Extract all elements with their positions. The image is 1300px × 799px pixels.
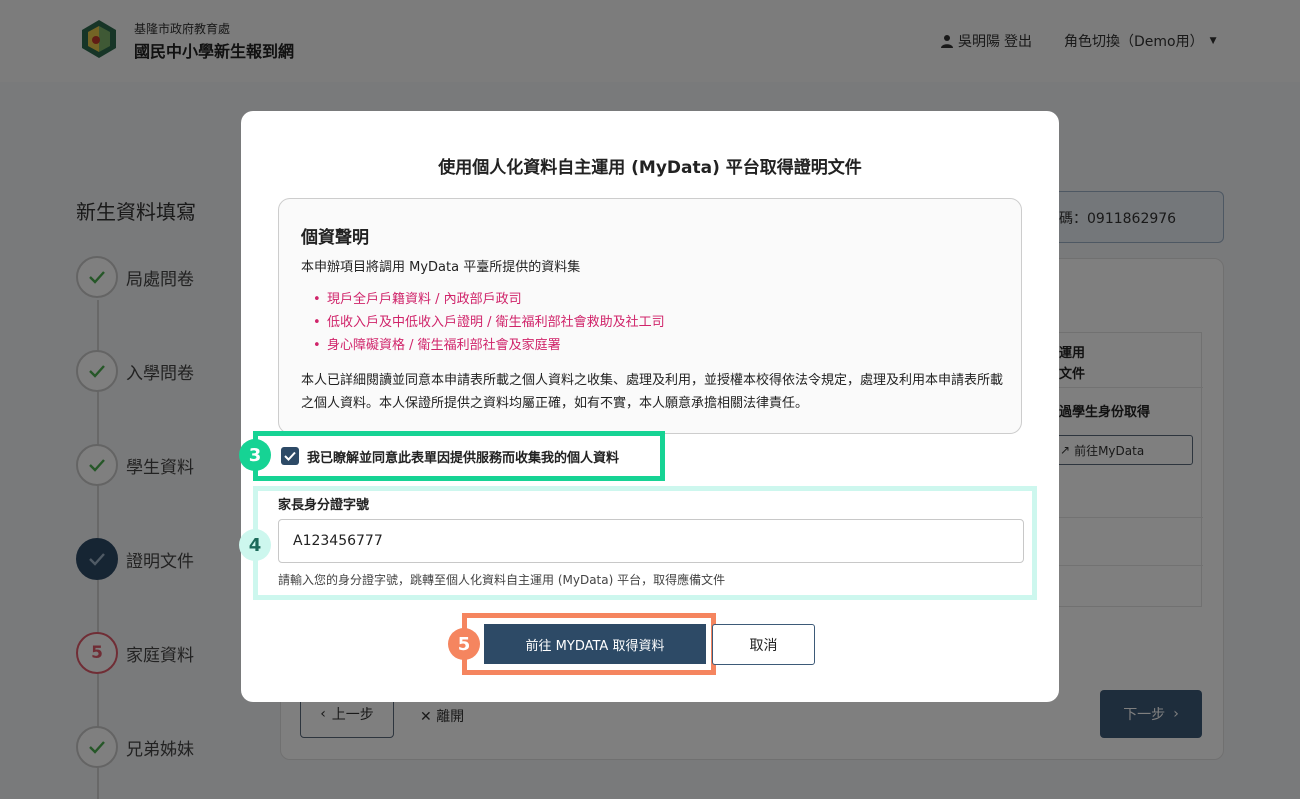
notice-body: 本人已詳細閱讀並同意本申請表所載之個人資料之收集、處理及利用，並授權本校得依法令… [301, 373, 1004, 411]
modal-title: 使用個人化資料自主運用 (MyData) 平台取得證明文件 [438, 158, 862, 178]
consent-label[interactable]: 我已瞭解並同意此表單因提供服務而收集我的個人資料 [307, 447, 619, 466]
consent-highlight: 3 我已瞭解並同意此表單因提供服務而收集我的個人資料 [239, 431, 665, 481]
step-badge: 5 [448, 628, 480, 660]
privacy-notice: 個資聲明 本申辦項目將調用 MyData 平臺所提供的資料集 現戶全戶戶籍資料 … [278, 198, 1022, 434]
id-highlight: 4 家長身分證字號 請輸入您的身分證字號，跳轉至個人化資料自主運用 (MyDat… [239, 486, 1037, 600]
list-item: 現戶全戶戶籍資料 / 內政部戶政司 [313, 288, 665, 311]
consent-checkbox[interactable] [281, 447, 299, 465]
go-mydata-submit-button[interactable]: 前往 MYDATA 取得資料 [484, 624, 706, 664]
dataset-list: 現戶全戶戶籍資料 / 內政部戶政司 低收入戶及中低收入戶證明 / 衛生福利部社會… [313, 288, 665, 357]
step-badge: 3 [239, 439, 271, 471]
go-highlight: 5 前往 MYDATA 取得資料 [448, 613, 716, 675]
id-label: 家長身分證字號 [278, 498, 370, 513]
list-item: 身心障礙資格 / 衛生福利部社會及家庭署 [313, 334, 665, 357]
list-item: 低收入戶及中低收入戶證明 / 衛生福利部社會救助及社工司 [313, 311, 665, 334]
step-badge: 4 [239, 529, 271, 561]
notice-title: 個資聲明 [301, 228, 369, 248]
mydata-modal: 使用個人化資料自主運用 (MyData) 平台取得證明文件 個資聲明 本申辦項目… [239, 111, 1059, 702]
id-hint: 請輸入您的身分證字號，跳轉至個人化資料自主運用 (MyData) 平台，取得應備… [278, 573, 726, 587]
notice-intro: 本申辦項目將調用 MyData 平臺所提供的資料集 [301, 260, 581, 275]
id-number-input[interactable] [278, 519, 1024, 563]
cancel-button[interactable]: 取消 [712, 624, 815, 665]
check-icon [284, 451, 296, 461]
